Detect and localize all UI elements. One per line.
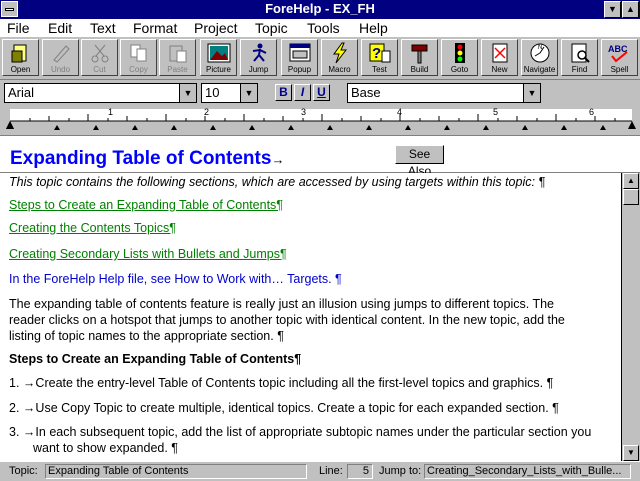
find-button[interactable]: Find	[561, 39, 598, 76]
ruler-number: 3	[301, 107, 307, 117]
bold-button[interactable]: B	[275, 84, 292, 101]
navigate-icon: N	[530, 43, 549, 63]
chevron-down-icon[interactable]: ▼	[179, 84, 196, 102]
maximize-button[interactable]: ▲	[622, 1, 639, 18]
menu-format[interactable]: Format	[133, 20, 177, 36]
list-item: 3. →In each subsequent topic, add the li…	[9, 425, 592, 439]
editor-content[interactable]: This topic contains the following sectio…	[0, 173, 621, 461]
status-bar: Topic: Expanding Table of Contents Line:…	[0, 461, 640, 481]
font-select[interactable]: Arial ▼	[4, 83, 197, 103]
ruler-scale	[6, 109, 636, 130]
link-steps[interactable]: Steps to Create an Expanding Table of Co…	[9, 198, 283, 212]
paste-button[interactable]: Paste	[159, 39, 196, 76]
ruler-number: 1	[108, 107, 114, 117]
navigate-button[interactable]: N Navigate	[521, 39, 558, 76]
chevron-down-icon[interactable]: ▼	[523, 84, 540, 102]
cut-icon	[91, 44, 108, 63]
title-bar: ForeHelp - EX_FH ▼ ▲	[0, 0, 640, 19]
svg-text:N: N	[538, 45, 542, 51]
goto-button[interactable]: Goto	[441, 39, 478, 76]
arrow-icon: →	[22, 425, 36, 439]
test-button[interactable]: ? Test	[361, 39, 398, 76]
build-button[interactable]: Build	[401, 39, 438, 76]
ruler-number: 5	[493, 107, 499, 117]
line-field: 5	[347, 464, 373, 479]
toolbar: Open Undo Cut Copy Paste Picture Jump Po…	[0, 37, 640, 80]
scroll-up-icon[interactable]: ▲	[623, 173, 639, 189]
menu-text[interactable]: Text	[90, 20, 116, 36]
chevron-down-icon[interactable]: ▼	[240, 84, 257, 102]
menu-edit[interactable]: Edit	[48, 20, 72, 36]
menu-tools[interactable]: Tools	[307, 20, 340, 36]
ruler[interactable]: 1 2 3 4 5 6	[0, 107, 640, 136]
menu-bar: File Edit Text Format Project Topic Tool…	[0, 19, 640, 38]
jump-label: Jump to:	[379, 465, 422, 477]
goto-icon	[454, 43, 465, 63]
popup-icon	[289, 43, 310, 62]
new-icon	[492, 43, 507, 63]
list-item-continued: want to show expanded. ¶	[33, 441, 179, 455]
menu-project[interactable]: Project	[194, 20, 238, 36]
line-label: Line:	[319, 465, 343, 477]
picture-button[interactable]: Picture	[200, 39, 237, 76]
undo-button[interactable]: Undo	[42, 39, 79, 76]
copy-button[interactable]: Copy	[120, 39, 157, 76]
spell-icon: ABC	[608, 44, 627, 63]
underline-button[interactable]: U	[313, 84, 330, 101]
arrow-icon: →	[22, 376, 36, 390]
svg-text:?: ?	[372, 45, 381, 62]
jump-field: Creating_Secondary_Lists_with_Bulle...	[424, 464, 631, 479]
menu-topic[interactable]: Topic	[255, 20, 288, 36]
section-heading: Steps to Create an Expanding Table of Co…	[9, 352, 302, 366]
format-bar: Arial ▼ 10 ▼ B I U Base ▼	[0, 80, 640, 107]
test-icon: ?	[369, 43, 390, 63]
undo-icon	[52, 45, 70, 63]
open-button[interactable]: Open	[2, 39, 39, 76]
topic-header: Expanding Table of Contents→ See Also	[0, 136, 640, 178]
picture-icon	[207, 43, 230, 63]
macro-button[interactable]: Macro	[321, 39, 358, 76]
arrow-icon: →	[22, 401, 36, 415]
cut-button[interactable]: Cut	[81, 39, 118, 76]
list-item: 1. →Create the entry-level Table of Cont…	[9, 376, 554, 390]
body-paragraph-line: reader clicks on a hotspot that jumps to…	[9, 313, 565, 327]
ruler-number: 6	[589, 107, 595, 117]
font-size-select[interactable]: 10 ▼	[201, 83, 258, 103]
macro-icon	[332, 42, 347, 64]
window-title: ForeHelp - EX_FH	[265, 1, 375, 16]
reference-text: In the ForeHelp Help file, see How to Wo…	[9, 272, 342, 286]
ruler-number: 2	[204, 107, 210, 117]
link-contents-topics[interactable]: Creating the Contents Topics¶	[9, 221, 176, 235]
minimize-button[interactable]: ▼	[604, 1, 621, 18]
italic-button[interactable]: I	[294, 84, 311, 101]
intro-text: This topic contains the following sectio…	[9, 175, 546, 189]
jump-button[interactable]: Jump	[240, 39, 277, 76]
menu-file[interactable]: File	[7, 20, 30, 36]
see-also-button[interactable]: See Also	[395, 145, 444, 178]
copy-icon	[130, 44, 146, 62]
spell-button[interactable]: ABC Spell	[601, 39, 638, 76]
body-paragraph-line: listing of topic names to the appropriat…	[9, 329, 284, 343]
open-icon	[11, 44, 26, 63]
style-select[interactable]: Base ▼	[347, 83, 541, 103]
ruler-number: 4	[397, 107, 403, 117]
find-icon	[571, 43, 590, 63]
new-button[interactable]: New	[481, 39, 518, 76]
scroll-down-icon[interactable]: ▼	[623, 445, 639, 461]
build-icon	[411, 44, 427, 64]
list-item: 2. →Use Copy Topic to create multiple, i…	[9, 401, 559, 415]
page-title[interactable]: Expanding Table of Contents→	[10, 148, 284, 170]
scroll-thumb[interactable]	[623, 189, 639, 205]
vertical-scrollbar[interactable]: ▲ ▼	[621, 173, 640, 461]
link-secondary-lists[interactable]: Creating Secondary Lists with Bullets an…	[9, 247, 287, 261]
paste-icon	[169, 45, 186, 63]
topic-label: Topic:	[9, 465, 38, 477]
topic-field: Expanding Table of Contents	[45, 464, 307, 479]
menu-help[interactable]: Help	[359, 20, 388, 36]
jump-icon	[252, 43, 266, 62]
popup-button[interactable]: Popup	[281, 39, 318, 76]
body-paragraph-line: The expanding table of contents feature …	[9, 297, 554, 311]
